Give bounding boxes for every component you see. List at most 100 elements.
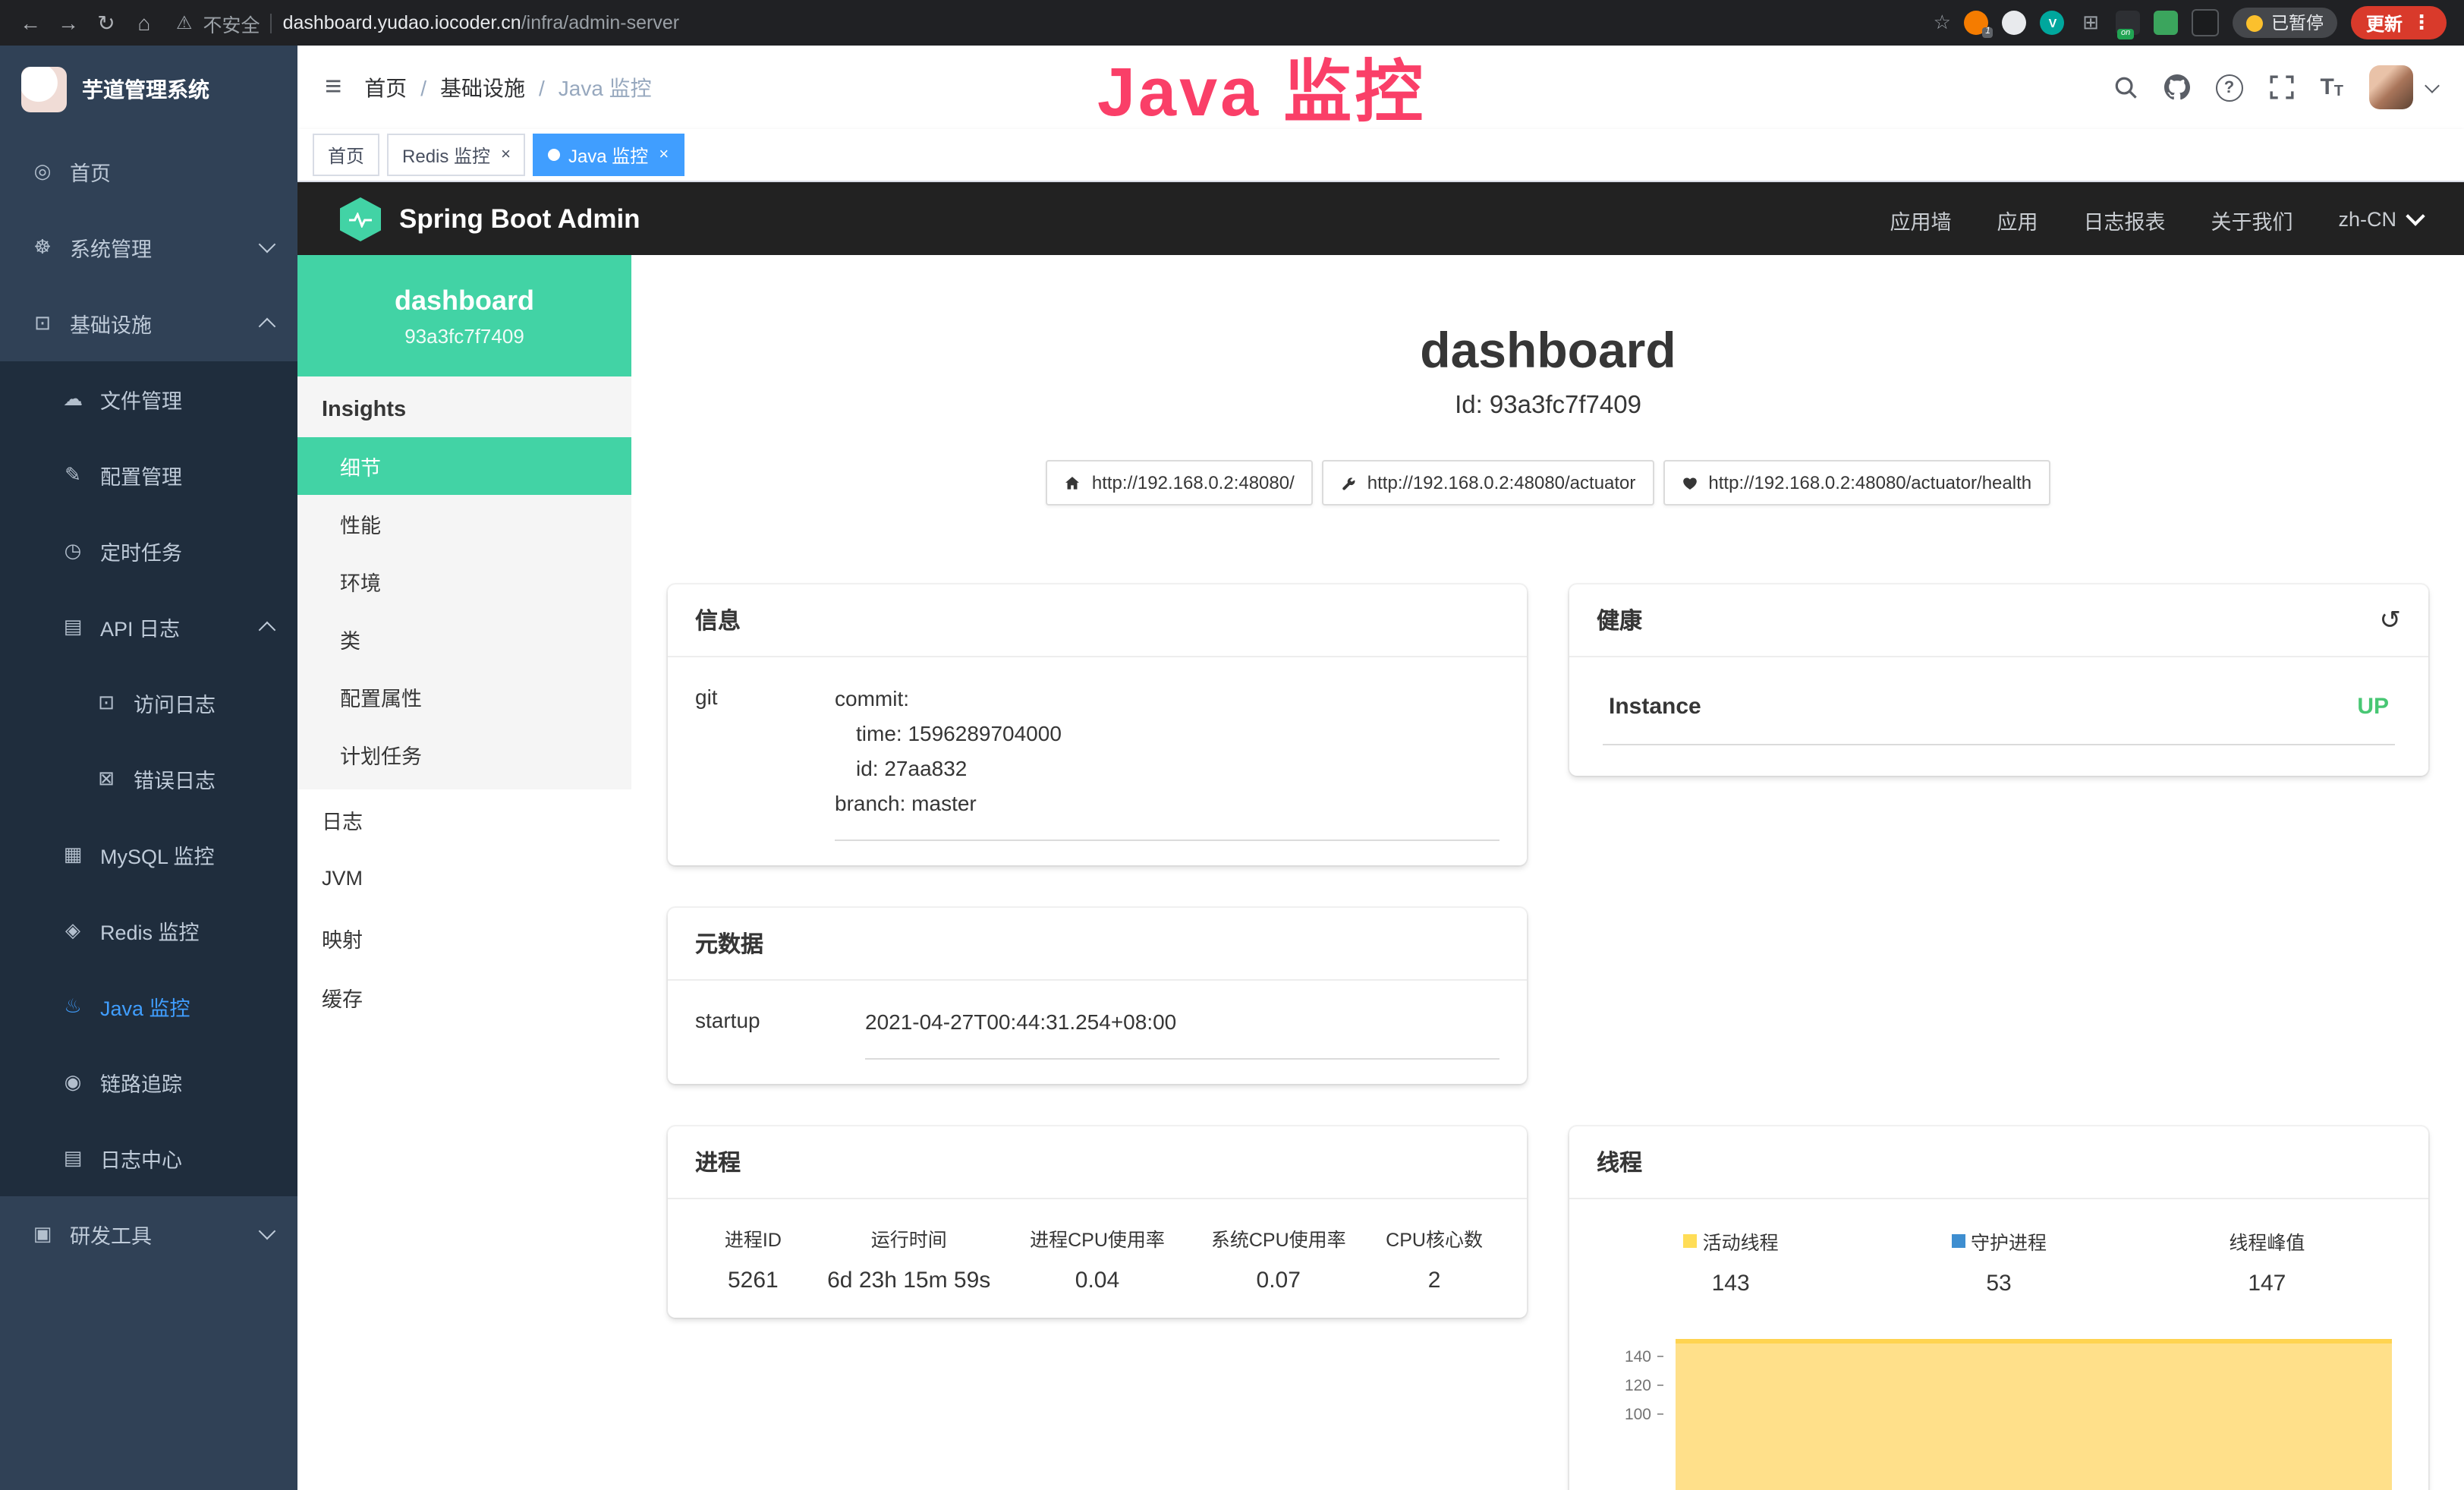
- sba-item-classes[interactable]: 类: [297, 610, 631, 668]
- database-icon: ▦: [61, 843, 85, 867]
- extension-icon-2[interactable]: [2003, 11, 2027, 35]
- github-icon[interactable]: [2163, 74, 2189, 100]
- sba-item-jvm[interactable]: JVM: [297, 849, 631, 908]
- help-icon[interactable]: ?: [2215, 74, 2242, 101]
- sidebar-item-redis[interactable]: ◈ Redis 监控: [0, 893, 297, 969]
- process-col-cores: CPU核心数 2: [1369, 1224, 1499, 1294]
- security-label[interactable]: 不安全: [203, 8, 260, 37]
- tab-java[interactable]: Java 监控 ×: [533, 134, 684, 176]
- legend-label: 线程峰值: [2229, 1227, 2305, 1256]
- legend-swatch-daemon: [1951, 1235, 1965, 1249]
- sba-nav-about[interactable]: 关于我们: [2211, 204, 2292, 235]
- extension-icon-6[interactable]: [2154, 11, 2179, 35]
- instance-header[interactable]: dashboard 93a3fc7f7409: [297, 255, 631, 376]
- sidebar-item-label: 系统管理: [70, 232, 152, 263]
- url-host[interactable]: dashboard.yudao.iocoder.cn: [283, 12, 521, 33]
- chevron-down-icon: [259, 1223, 276, 1240]
- forward-icon[interactable]: →: [56, 11, 80, 35]
- browser-menu-icon[interactable]: ⋮: [2412, 11, 2431, 35]
- chevron-down-icon: [259, 236, 276, 254]
- col-value: 0.07: [1188, 1268, 1369, 1294]
- sba-item-environment[interactable]: 环境: [297, 553, 631, 610]
- back-icon[interactable]: ←: [18, 11, 42, 35]
- sidebar-item-tracing[interactable]: ◉ 链路追踪: [0, 1044, 297, 1120]
- extension-icon-1[interactable]: 1: [1965, 11, 1989, 35]
- tabs-bar: 首页 Redis 监控 × Java 监控 ×: [297, 129, 2464, 182]
- error-log-icon: ⊠: [94, 767, 118, 791]
- update-button[interactable]: 更新 ⋮: [2351, 6, 2447, 39]
- extension-icon-5[interactable]: on: [2116, 11, 2141, 35]
- search-icon[interactable]: [2112, 74, 2138, 100]
- extension-icon-4[interactable]: ⊞: [2079, 11, 2103, 35]
- sba-item-scheduled-tasks[interactable]: 计划任务: [297, 726, 631, 783]
- sidebar-item-java[interactable]: ♨ Java 监控: [0, 969, 297, 1044]
- sidebar-item-mysql[interactable]: ▦ MySQL 监控: [0, 817, 297, 893]
- sidebar-item-job[interactable]: ◷ 定时任务: [0, 513, 297, 589]
- info-key: git: [695, 682, 835, 842]
- threads-chart: 140 120 100: [1597, 1340, 2401, 1490]
- url-path[interactable]: /infra/admin-server: [521, 12, 679, 33]
- bookmark-star-icon[interactable]: ☆: [1934, 11, 1951, 35]
- redis-icon: ◈: [61, 918, 85, 943]
- sidebar-item-file[interactable]: ☁ 文件管理: [0, 361, 297, 437]
- dashboard-icon: ◎: [30, 159, 55, 184]
- sidebar-item-label: 链路追踪: [100, 1067, 182, 1098]
- address-bar[interactable]: ⚠ 不安全 dashboard.yudao.iocoder.cn/infra/a…: [176, 8, 679, 37]
- breadcrumb-section[interactable]: 基础设施: [440, 72, 525, 102]
- sba-nav-applications[interactable]: 应用: [1997, 204, 2038, 235]
- col-value: 5261: [695, 1268, 811, 1294]
- health-row[interactable]: Instance UP: [1603, 685, 2395, 745]
- actuator-url-link[interactable]: http://192.168.0.2:48080/actuator: [1322, 460, 1654, 506]
- tab-home[interactable]: 首页: [313, 134, 379, 176]
- sba-brand-title[interactable]: Spring Boot Admin: [399, 203, 640, 235]
- base-url-link[interactable]: http://192.168.0.2:48080/: [1046, 460, 1313, 506]
- sba-nav-journal[interactable]: 日志报表: [2083, 204, 2165, 235]
- extension-icon-3[interactable]: V: [2041, 11, 2065, 35]
- extension-icon-7[interactable]: [2192, 9, 2220, 36]
- admin-sidebar: 芋道管理系统 ◎ 首页 ☸ 系统管理 ⊡ 基础设施 ☁ 文件管理 ✎ 配置管理: [0, 46, 297, 1490]
- sba-nav-wallboard[interactable]: 应用墙: [1890, 204, 1951, 235]
- sba-item-details[interactable]: 细节: [297, 437, 631, 495]
- edit-icon: ✎: [61, 463, 85, 487]
- sidebar-item-label: 基础设施: [70, 308, 152, 339]
- sidebar-item-home[interactable]: ◎ 首页: [0, 134, 297, 209]
- health-url-link[interactable]: http://192.168.0.2:48080/actuator/health: [1663, 460, 2050, 506]
- sidebar-item-access-log[interactable]: ⊡ 访问日志: [0, 665, 297, 741]
- col-header: CPU核心数: [1369, 1224, 1499, 1253]
- sidebar-item-label: 配置管理: [100, 460, 182, 490]
- sidebar-item-error-log[interactable]: ⊠ 错误日志: [0, 741, 297, 817]
- sba-root-items: 日志 JVM 映射 缓存: [297, 789, 631, 1026]
- sidebar-logo[interactable]: 芋道管理系统: [0, 46, 297, 134]
- home-icon[interactable]: ⌂: [132, 11, 156, 35]
- user-avatar[interactable]: [2369, 65, 2413, 109]
- tab-redis[interactable]: Redis 监控 ×: [387, 134, 526, 176]
- hamburger-icon[interactable]: ≡: [325, 71, 341, 104]
- sidebar-item-system[interactable]: ☸ 系统管理: [0, 209, 297, 285]
- font-size-icon[interactable]: TT: [2320, 74, 2343, 100]
- close-icon[interactable]: ×: [659, 146, 669, 164]
- sidebar-item-devtools[interactable]: ▣ 研发工具: [0, 1196, 297, 1272]
- close-icon[interactable]: ×: [501, 146, 511, 164]
- sidebar-item-infra[interactable]: ⊡ 基础设施: [0, 285, 297, 361]
- reload-icon[interactable]: ↻: [94, 10, 118, 36]
- breadcrumb-current: Java 监控: [559, 72, 652, 102]
- fullscreen-icon[interactable]: [2268, 74, 2294, 100]
- sidebar-item-api-log[interactable]: ▤ API 日志: [0, 589, 297, 665]
- history-icon[interactable]: ↺: [2380, 607, 2402, 633]
- sba-item-caches[interactable]: 缓存: [297, 967, 631, 1026]
- avatar-caret-icon[interactable]: [2425, 77, 2440, 93]
- sba-item-mappings[interactable]: 映射: [297, 908, 631, 967]
- sidebar-item-log-center[interactable]: ▤ 日志中心: [0, 1120, 297, 1196]
- screenshot-root: Java 监控 ← → ↻ ⌂ ⚠ 不安全 dashboard.yudao.io…: [0, 0, 2464, 1490]
- paused-badge[interactable]: 已暂停: [2233, 8, 2337, 38]
- sba-item-configprops[interactable]: 配置属性: [297, 668, 631, 726]
- log-center-icon: ▤: [61, 1146, 85, 1170]
- sba-item-metrics[interactable]: 性能: [297, 495, 631, 553]
- spring-boot-admin-logo[interactable]: [340, 197, 381, 241]
- breadcrumb-home[interactable]: 首页: [364, 72, 407, 102]
- wrench-icon: [1340, 474, 1357, 491]
- sba-item-logs[interactable]: 日志: [297, 789, 631, 849]
- locale-selector[interactable]: zh-CN: [2338, 208, 2422, 231]
- sidebar-item-config[interactable]: ✎ 配置管理: [0, 437, 297, 513]
- legend-daemon: 守护进程 53: [1865, 1227, 2132, 1297]
